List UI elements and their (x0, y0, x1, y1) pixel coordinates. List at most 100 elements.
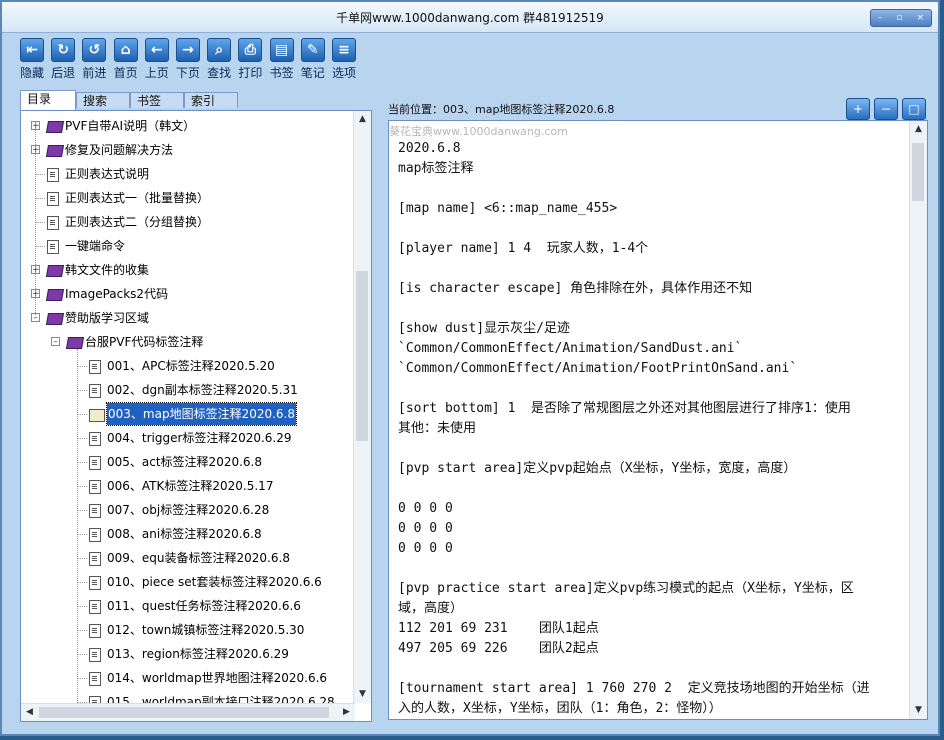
tree-item-label: 012、town城镇标签注释2020.5.30 (107, 623, 305, 637)
tree-item[interactable]: 011、quest任务标签注释2020.6.6 (21, 595, 351, 617)
page-icon (89, 600, 101, 614)
tab-contents[interactable]: 目录 (20, 90, 76, 110)
document-scrollbar[interactable]: ▲ ▼ (909, 121, 927, 719)
scroll-left-icon[interactable]: ◀ (21, 704, 38, 721)
document-line: 0 0 0 0 (398, 541, 453, 556)
page-icon (89, 504, 101, 518)
window-title: 千单网www.1000danwang.com 群481912519 (336, 11, 604, 25)
document-line: 112 201 69 231 团队1起点 (398, 621, 599, 636)
toolbar: ⇤ 隐藏 ↻ 后退 ↺ 前进 ⌂ 首页 ← 上页 → 下页 ⌕ 查找 ⎙ 打印 ▤ 书签 ✎ 笔记 ≡ 选项 (16, 36, 926, 88)
tree-item[interactable]: 004、trigger标签注释2020.6.29 (21, 427, 351, 449)
tree-item[interactable]: 008、ani标签注释2020.6.8 (21, 523, 351, 545)
document-line: 2020.6.8 (398, 141, 461, 156)
scroll-thumb[interactable] (356, 271, 368, 441)
collapse-icon[interactable]: – (51, 337, 60, 347)
hscroll-thumb[interactable] (39, 707, 329, 718)
tree-horizontal-scrollbar[interactable]: ◀ ▶ (21, 703, 355, 721)
tree-vertical-scrollbar[interactable]: ▲ ▼ (353, 111, 371, 703)
previous-page-icon: ← (144, 38, 169, 62)
forward-arrow-icon: ↺ (82, 38, 107, 62)
tree-item[interactable]: + 修复及问题解决方法 (21, 139, 351, 161)
notes-icon: ✎ (300, 38, 325, 62)
tree-connector (35, 174, 45, 175)
main-window: 千单网www.1000danwang.com 群481912519 – ▫ × … (0, 0, 940, 736)
document-text: 2020.6.8 map标签注释 [map name] <6::map_name_4… (398, 139, 898, 719)
tree-item[interactable]: 013、region标签注释2020.6.29 (21, 643, 351, 665)
tree-item[interactable]: 正则表达式二（分组替换） (21, 211, 351, 233)
tree-item-label: 一键端命令 (65, 239, 126, 253)
toolbar-button-10[interactable]: ≡ 选项 (328, 36, 360, 81)
tree-item[interactable]: 正则表达式一（批量替换） (21, 187, 351, 209)
next-page-icon: → (176, 38, 200, 62)
tree-item[interactable]: 003、map地图标签注释2020.6.8 (21, 402, 351, 426)
scroll-down-icon[interactable]: ▼ (910, 702, 927, 719)
tree-connector (77, 654, 87, 655)
scroll-right-icon[interactable]: ▶ (338, 704, 355, 721)
tree-connector (77, 438, 87, 439)
tab-bookmarks[interactable]: 书签 (130, 92, 184, 108)
tree-connector (35, 198, 45, 199)
minimize-button[interactable]: – (878, 13, 883, 23)
tree-item[interactable]: + PVF自带AI说明（韩文） (21, 115, 351, 137)
document-line: 497 205 69 226 团队2起点 (398, 641, 599, 656)
bookmark-icon: ▤ (269, 38, 294, 62)
scroll-up-icon[interactable]: ▲ (354, 111, 371, 128)
scroll-down-icon[interactable]: ▼ (354, 686, 371, 703)
tree-connector (35, 222, 45, 223)
tree-connector (77, 510, 87, 511)
document-line: [pvp practice start area]定义pvp练习模式的起点（X坐… (398, 581, 854, 596)
tree-connector (77, 582, 87, 583)
tree-item-label: 008、ani标签注释2020.6.8 (107, 527, 262, 541)
tree-item-label: 005、act标签注释2020.6.8 (107, 455, 262, 469)
scroll-up-icon[interactable]: ▲ (910, 121, 927, 138)
page-icon (89, 624, 101, 638)
tab-search[interactable]: 搜索 (76, 92, 130, 108)
tree-connector (77, 534, 87, 535)
tree-item[interactable]: 009、equ装备标签注释2020.6.8 (21, 547, 351, 569)
tree-item-label: 013、region标签注释2020.6.29 (107, 647, 289, 661)
tree-item[interactable]: 正则表达式说明 (21, 163, 351, 185)
fullscreen-button[interactable]: □ (902, 98, 926, 120)
tree-item-label: 004、trigger标签注释2020.6.29 (107, 431, 292, 445)
tree-item[interactable]: + ImagePacks2代码 (21, 283, 351, 305)
title-bar: 千单网www.1000danwang.com 群481912519 – ▫ × (2, 2, 938, 33)
options-icon: ≡ (332, 38, 356, 62)
tree-item[interactable]: 006、ATK标签注释2020.5.17 (21, 475, 351, 497)
tree-item[interactable]: – 赞助版学习区域 (21, 307, 351, 329)
tree-item-label: 正则表达式二（分组替换） (65, 215, 210, 229)
tree-item[interactable]: 005、act标签注释2020.6.8 (21, 451, 351, 473)
page-icon (47, 240, 59, 254)
scroll-thumb[interactable] (912, 143, 924, 201)
page-icon (89, 432, 101, 446)
tab-index[interactable]: 索引 (184, 92, 238, 108)
tree-item-label: 正则表达式说明 (65, 167, 150, 181)
nav-tabs: 目录 搜索 书签 索引 (20, 90, 376, 110)
zoom-out-button[interactable]: − (874, 98, 898, 120)
tree-item-label: 台服PVF代码标签注释 (85, 335, 204, 349)
tree-item[interactable]: 001、APC标签注释2020.5.20 (21, 355, 351, 377)
tree-guide-line (77, 349, 78, 709)
tree-connector (77, 462, 87, 463)
tree-item[interactable]: – 台服PVF代码标签注释 (21, 331, 351, 353)
tree-item[interactable]: 012、town城镇标签注释2020.5.30 (21, 619, 351, 641)
document-line: 0 0 0 0 (398, 501, 453, 516)
maximize-button[interactable]: ▫ (896, 13, 902, 23)
document-line: 入的人数，X坐标，Y坐标，团队（1：角色，2：怪物）） (398, 701, 722, 716)
tree-item[interactable]: 一键端命令 (21, 235, 351, 257)
tree-item[interactable]: + 韩文文件的收集 (21, 259, 351, 281)
back-arrow-icon: ↻ (51, 38, 76, 62)
tree-item[interactable]: 010、piece set套装标签注释2020.6.6 (21, 571, 351, 593)
tree-item[interactable]: 007、obj标签注释2020.6.28 (21, 499, 351, 521)
tree-item[interactable]: 002、dgn副本标签注释2020.5.31 (21, 379, 351, 401)
close-button[interactable]: × (916, 13, 924, 23)
zoom-in-button[interactable]: + (846, 98, 870, 120)
page-icon (89, 360, 101, 374)
window-controls: – ▫ × (870, 9, 932, 27)
document-line: [tournament start area] 1 760 270 2 定义竞技… (398, 681, 870, 696)
document-line: [is character escape] 角色排除在外，具体作用还不知 (398, 281, 753, 296)
tree-item[interactable]: 014、worldmap世界地图注释2020.6.6 (21, 667, 351, 689)
